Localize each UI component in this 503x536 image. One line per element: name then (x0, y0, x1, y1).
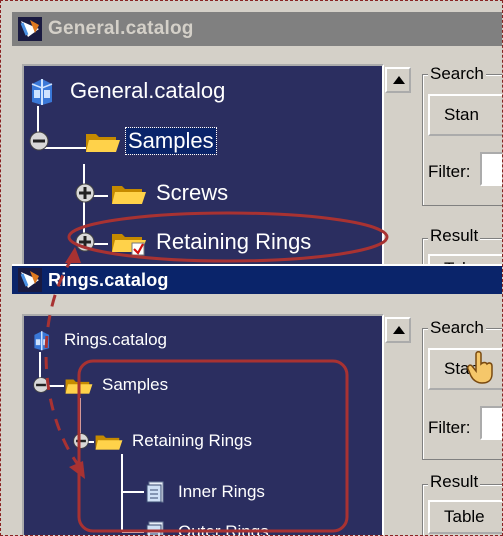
tree-node-retaining-rings[interactable]: Retaining Rings (72, 430, 252, 452)
window-title: General.catalog (48, 18, 194, 39)
collapse-minus-icon[interactable] (28, 130, 50, 152)
hand-cursor-icon (466, 350, 496, 384)
scroll-up-arrow-icon (393, 76, 405, 84)
tree-node-label: General.catalog (70, 78, 226, 103)
document-icon (146, 520, 166, 535)
general-catalog-titlebar[interactable]: General.catalog (12, 12, 502, 46)
folder-icon (84, 128, 122, 154)
result-group-label: Result (428, 226, 481, 246)
rings-catalog-window: Rings.catalog Rings.catalog Samples Reta… (12, 264, 502, 536)
rings-catalog-titlebar[interactable]: Rings.catalog (12, 266, 502, 294)
filter-input[interactable] (480, 152, 502, 186)
rings-right-panel: Search Stan Filter: Result Table (422, 316, 502, 535)
standard-search-button[interactable]: Stan (428, 94, 502, 136)
search-group-label: Search (428, 64, 486, 84)
table-button[interactable]: Table (428, 500, 502, 534)
catalog-app-icon (18, 268, 42, 292)
expand-plus-icon[interactable] (74, 231, 96, 253)
tree-node-label: Samples (125, 127, 217, 155)
expand-plus-icon[interactable] (74, 182, 96, 204)
general-right-panel: Search Stan Filter: Result Tab (422, 62, 502, 274)
tree-node-screws[interactable]: Screws (74, 180, 228, 206)
tree-node-label: Retaining Rings (156, 229, 312, 254)
tree-node-label: Screws (156, 180, 229, 205)
tree-node-inner-rings[interactable]: Inner Rings (146, 480, 265, 504)
tree-node-rings-catalog[interactable]: Rings.catalog (30, 328, 167, 352)
filter-input[interactable] (480, 406, 502, 440)
tree-node-samples[interactable]: Samples (28, 127, 217, 155)
tree-node-retaining-rings[interactable]: Retaining Rings (74, 228, 311, 256)
scroll-up-button[interactable] (385, 317, 411, 343)
tree-node-outer-rings[interactable]: Outer Rings (146, 520, 269, 536)
folder-link-icon (110, 228, 148, 256)
search-group-label: Search (428, 318, 486, 338)
screenshot-frame: General.catalog General.catalog Samples … (0, 0, 503, 536)
catalog-book-icon (26, 76, 56, 106)
rings-catalog-tree[interactable]: Rings.catalog Samples Retaining Rings In… (22, 314, 384, 536)
folder-icon (64, 374, 94, 396)
catalog-book-icon (30, 328, 52, 352)
tree-node-general-catalog[interactable]: General.catalog (26, 76, 225, 106)
result-group-label: Result (428, 472, 481, 492)
filter-label: Filter: (428, 418, 471, 437)
tree-node-label: Samples (102, 375, 169, 394)
button-label: Stan (444, 105, 479, 124)
folder-icon (110, 180, 148, 206)
general-catalog-window: General.catalog General.catalog Samples … (12, 12, 502, 274)
folder-icon (94, 430, 124, 452)
tree-node-label: Outer Rings (178, 522, 269, 536)
general-catalog-tree[interactable]: General.catalog Samples Screws Retaining… (22, 64, 384, 274)
scroll-up-arrow-icon (393, 326, 405, 334)
tree-node-label: Inner Rings (178, 482, 265, 501)
catalog-app-icon (18, 17, 42, 41)
scroll-up-button[interactable] (385, 67, 411, 93)
document-icon (146, 480, 166, 504)
tree-node-label: Rings.catalog (64, 330, 168, 349)
collapse-minus-icon[interactable] (32, 376, 50, 394)
button-label: Table (444, 507, 485, 526)
window-title: Rings.catalog (48, 269, 169, 290)
tree-node-label: Retaining Rings (132, 431, 253, 450)
collapse-minus-icon[interactable] (72, 432, 90, 450)
tree-node-samples[interactable]: Samples (32, 374, 168, 396)
filter-label: Filter: (428, 162, 471, 181)
rings-tree-scrollbar[interactable] (384, 316, 414, 535)
general-tree-scrollbar[interactable] (384, 66, 414, 274)
